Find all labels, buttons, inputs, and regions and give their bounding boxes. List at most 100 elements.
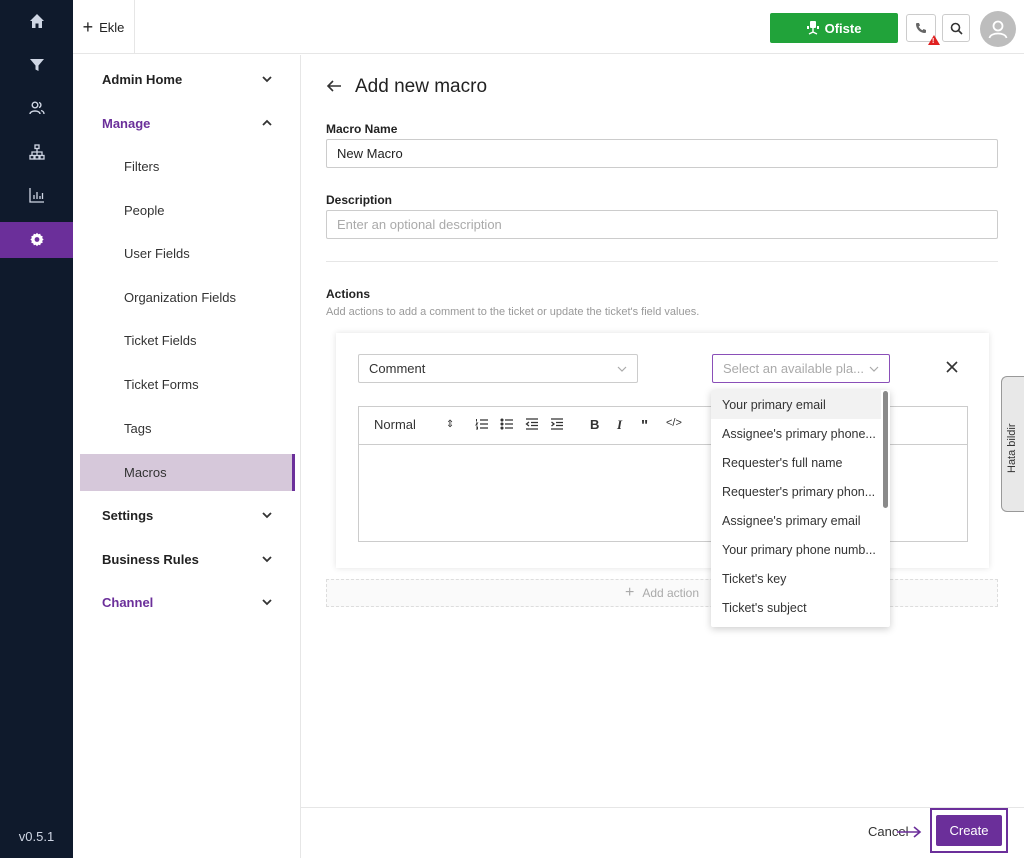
sidebar-item-user-fields[interactable]: User Fields: [80, 235, 295, 272]
avatar[interactable]: [980, 11, 1016, 47]
arrow-right-icon: [897, 826, 922, 838]
sidebar-item-label: Channel: [102, 595, 154, 610]
top-bar: + Ekle Ofiste !: [73, 0, 1024, 54]
org-chart-icon[interactable]: [0, 134, 73, 170]
dropdown-option[interactable]: Assignee's primary phone...: [711, 419, 881, 448]
quote-icon[interactable]: ": [641, 417, 648, 434]
macro-name-input[interactable]: New Macro: [326, 139, 998, 168]
description-placeholder: Enter an optional description: [337, 217, 502, 232]
warning-mark: !: [932, 38, 935, 45]
placeholder-select[interactable]: Select an available pla...: [712, 354, 890, 383]
dropdown-option[interactable]: Requester's full name: [711, 448, 881, 477]
sidebar-item-label: Filters: [124, 159, 160, 174]
action-card: Comment Select an available pla... Norma…: [336, 333, 989, 568]
sidebar-item-people[interactable]: People: [80, 192, 295, 229]
sidebar-item-filters[interactable]: Filters: [80, 148, 295, 185]
outdent-icon[interactable]: [525, 417, 539, 431]
sidebar-item-label: Macros: [124, 465, 167, 480]
home-icon[interactable]: [0, 3, 73, 39]
add-action-button[interactable]: + Add action: [326, 579, 998, 607]
sidebar-item-label: Ticket Fields: [124, 333, 197, 348]
close-icon[interactable]: [945, 360, 959, 374]
bullet-list-icon[interactable]: [500, 417, 514, 431]
sidebar-item-label: User Fields: [124, 246, 190, 261]
sidebar-item-label: People: [124, 203, 165, 218]
sidebar-item-macros[interactable]: Macros: [80, 454, 295, 491]
description-input[interactable]: Enter an optional description: [326, 210, 998, 239]
create-button[interactable]: Create: [936, 815, 1002, 846]
gear-icon[interactable]: [0, 222, 73, 258]
funnel-icon[interactable]: [0, 47, 73, 83]
ekle-button[interactable]: + Ekle: [73, 0, 135, 54]
sidebar-item-label: Admin Home: [102, 72, 183, 87]
sidebar-item-manage[interactable]: Manage: [80, 105, 295, 142]
bold-icon[interactable]: B: [590, 417, 599, 432]
sidebar-item-label: Manage: [102, 116, 151, 131]
divider: [326, 261, 998, 262]
sidebar-item-ticket-forms[interactable]: Ticket Forms: [80, 366, 295, 403]
dropdown-option[interactable]: Your primary email: [711, 390, 881, 419]
users-icon[interactable]: [0, 90, 73, 126]
sidebar-item-admin-home[interactable]: Admin Home: [80, 61, 295, 98]
sidebar-item-business-rules[interactable]: Business Rules: [80, 541, 295, 578]
sidebar-item-label: Tags: [124, 421, 152, 436]
dropdown-option[interactable]: Ticket's key: [711, 564, 881, 593]
chevron-down-icon: [869, 366, 879, 372]
main-content: Add new macro Macro Name New Macro Descr…: [301, 55, 1024, 807]
action-type-value: Comment: [369, 361, 426, 376]
app-version: v0.5.1: [18, 829, 55, 844]
sidebar-item-organization-fields[interactable]: Organization Fields: [80, 279, 295, 316]
sort-arrows-icon: ⇕: [445, 419, 455, 430]
chevron-down-icon: [262, 599, 272, 606]
dropdown-scrollbar[interactable]: [883, 391, 888, 508]
search-icon: [950, 22, 963, 35]
status-button[interactable]: Ofiste: [770, 13, 898, 43]
plus-icon: +: [624, 584, 635, 601]
chevron-down-icon: [262, 512, 272, 519]
app-rail: v0.5.1: [0, 0, 73, 858]
dropdown-option[interactable]: Assignee's primary email: [711, 506, 881, 535]
feedback-tab[interactable]: Hata bildir: [1001, 376, 1024, 512]
chevron-down-icon: [262, 556, 272, 563]
sidebar-item-settings[interactable]: Settings: [80, 497, 295, 534]
chevron-down-icon: [262, 76, 272, 83]
macro-name-label: Macro Name: [326, 122, 398, 136]
format-value: Normal: [374, 417, 416, 432]
add-action-label: Add action: [642, 586, 700, 600]
placeholder-select-text: Select an available pla...: [723, 361, 864, 376]
chevron-down-icon: [617, 366, 627, 372]
description-label: Description: [326, 193, 393, 207]
macro-name-value: New Macro: [337, 146, 403, 161]
sidebar-item-label: Ticket Forms: [124, 377, 199, 392]
indent-icon[interactable]: [550, 417, 564, 431]
dropdown-option[interactable]: Requester's primary phon...: [711, 477, 881, 506]
actions-hint: Add actions to add a comment to the tick…: [326, 306, 700, 318]
code-icon[interactable]: </>: [666, 417, 682, 429]
sidebar-item-label: Settings: [102, 508, 154, 523]
search-button[interactable]: [942, 14, 970, 42]
page-title: Add new macro: [355, 76, 488, 97]
action-type-select[interactable]: Comment: [358, 354, 638, 383]
dropdown-option[interactable]: Your primary phone numb...: [711, 535, 881, 564]
format-select[interactable]: Normal ⇕: [374, 417, 454, 432]
dropdown-option[interactable]: Ticket's subject: [711, 593, 881, 622]
actions-label: Actions: [326, 287, 371, 301]
feedback-tab-label: Hata bildir: [1006, 423, 1018, 473]
sidebar-item-label: Business Rules: [102, 552, 199, 567]
sidebar-item-label: Organization Fields: [124, 290, 236, 305]
form-footer: Cancel Create: [301, 807, 1024, 858]
user-icon: [988, 20, 1008, 39]
back-arrow-icon[interactable]: [326, 78, 342, 94]
placeholder-dropdown: Your primary email Assignee's primary ph…: [711, 390, 890, 627]
ekle-label: Ekle: [99, 19, 125, 35]
sidebar-item-tags[interactable]: Tags: [80, 410, 295, 447]
chevron-up-icon: [262, 119, 272, 126]
settings-sidebar: Admin Home Manage Filters People User Fi…: [73, 55, 301, 858]
chair-icon: [806, 21, 819, 35]
sidebar-item-channel[interactable]: Channel: [80, 584, 295, 621]
sidebar-item-ticket-fields[interactable]: Ticket Fields: [80, 322, 295, 359]
ordered-list-icon[interactable]: [475, 417, 489, 431]
bar-chart-icon[interactable]: [0, 177, 73, 213]
plus-icon: +: [82, 17, 94, 37]
italic-icon[interactable]: I: [617, 417, 622, 433]
